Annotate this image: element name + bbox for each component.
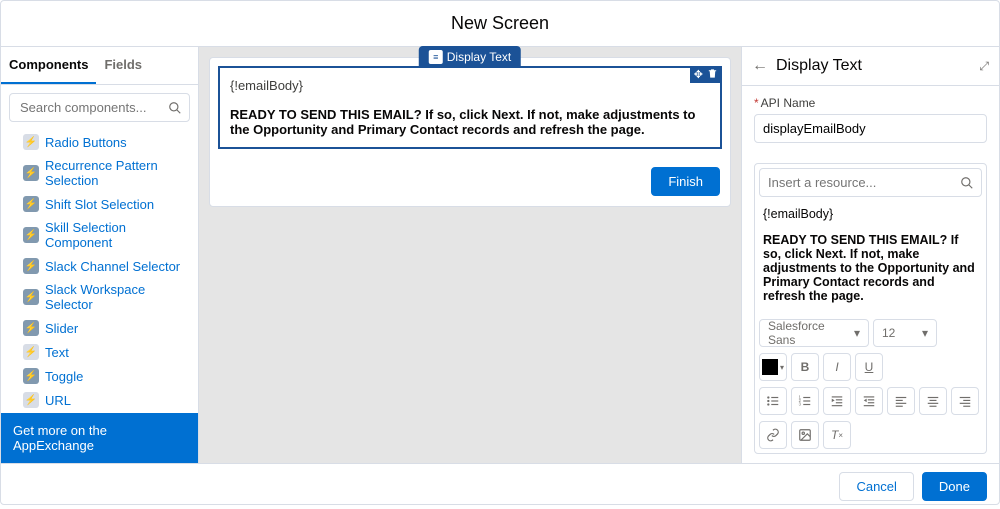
components-panel: Components Fields ⚡ Radio Buttons ⚡ Recurre…: [1, 47, 199, 463]
display-text-variable: {!emailBody}: [230, 78, 710, 93]
rich-text-editor: {!emailBody} READY TO SEND THIS EMAIL? I…: [754, 163, 987, 454]
delete-icon[interactable]: [707, 68, 718, 81]
finish-button[interactable]: Finish: [651, 167, 720, 196]
component-item[interactable]: ⚡ Toggle: [5, 364, 194, 388]
display-text-icon: ≡: [429, 50, 443, 64]
component-icon: ⚡: [23, 368, 39, 384]
component-item[interactable]: ⚡ Slider: [5, 316, 194, 340]
properties-title: Display Text: [776, 57, 971, 75]
number-list-button[interactable]: 123: [791, 387, 819, 415]
component-item[interactable]: ⚡ Radio Buttons: [5, 130, 194, 154]
display-text-element[interactable]: ✥ {!emailBody} READY TO SEND THIS EMAIL?…: [218, 66, 722, 149]
component-icon: ⚡: [23, 165, 39, 181]
text-color-button[interactable]: ▾: [759, 353, 787, 381]
bullet-list-button[interactable]: [759, 387, 787, 415]
align-left-button[interactable]: [887, 387, 915, 415]
chevron-down-icon: ▾: [854, 326, 860, 340]
component-label: Skill Selection Component: [45, 220, 188, 250]
component-icon: ⚡: [23, 392, 39, 408]
cancel-button[interactable]: Cancel: [839, 472, 913, 501]
component-item[interactable]: ⚡ Shift Slot Selection: [5, 192, 194, 216]
component-label: URL: [45, 393, 71, 408]
search-icon: [168, 101, 182, 115]
component-item[interactable]: ⚡ Skill Selection Component: [5, 216, 194, 254]
component-icon: ⚡: [23, 227, 39, 243]
indent-button[interactable]: [823, 387, 851, 415]
component-item[interactable]: ⚡ Recurrence Pattern Selection: [5, 154, 194, 192]
component-label: Slider: [45, 321, 78, 336]
font-size-select[interactable]: 12▾: [873, 319, 937, 347]
properties-header: ← Display Text ⤢: [742, 47, 999, 86]
font-select[interactable]: Salesforce Sans▾: [759, 319, 869, 347]
component-label: Text: [45, 345, 69, 360]
component-icon: ⚡: [23, 289, 39, 305]
component-item[interactable]: ⚡ URL: [5, 388, 194, 412]
panel-tabs: Components Fields: [1, 47, 198, 85]
modal-footer: Cancel Done: [1, 463, 999, 509]
api-name-label: API Name: [754, 96, 987, 110]
image-button[interactable]: [791, 421, 819, 449]
chevron-down-icon: ▾: [922, 326, 928, 340]
search-components: [9, 93, 190, 122]
svg-text:3: 3: [799, 402, 802, 407]
tab-components[interactable]: Components: [1, 47, 96, 84]
component-label: Slack Channel Selector: [45, 259, 180, 274]
italic-button[interactable]: I: [823, 353, 851, 381]
component-label: Recurrence Pattern Selection: [45, 158, 188, 188]
component-list: ⚡ Radio Buttons ⚡ Recurrence Pattern Select…: [1, 130, 198, 413]
component-icon: ⚡: [23, 344, 39, 360]
component-badge-label: Display Text: [447, 50, 511, 64]
rte-content[interactable]: {!emailBody} READY TO SEND THIS EMAIL? I…: [759, 207, 982, 313]
link-button[interactable]: [759, 421, 787, 449]
component-icon: ⚡: [23, 134, 39, 150]
component-badge: ≡ Display Text: [419, 46, 521, 68]
display-text-body: READY TO SEND THIS EMAIL? If so, click N…: [230, 107, 710, 137]
align-right-button[interactable]: [951, 387, 979, 415]
element-actions: ✥: [690, 66, 722, 83]
rte-toolbar: Salesforce Sans▾ 12▾ ▾ B I U: [759, 313, 982, 449]
move-icon[interactable]: ✥: [694, 68, 703, 81]
finish-row: Finish: [210, 157, 730, 206]
component-label: Shift Slot Selection: [45, 197, 154, 212]
api-name-input[interactable]: [754, 114, 987, 143]
component-item[interactable]: ⚡ Text: [5, 340, 194, 364]
properties-body: API Name {!emailBody} READY TO SEND THIS…: [742, 86, 999, 463]
modal-title: New Screen: [1, 1, 999, 47]
screen-canvas: ≡ Display Text ✥ {!emailBody} READY TO S…: [199, 47, 741, 463]
component-item[interactable]: ⚡ Slack Channel Selector: [5, 254, 194, 278]
expand-icon[interactable]: ⤢: [979, 59, 989, 74]
appexchange-button[interactable]: Get more on the AppExchange: [1, 413, 198, 463]
done-button[interactable]: Done: [922, 472, 987, 501]
component-icon: ⚡: [23, 320, 39, 336]
underline-button[interactable]: U: [855, 353, 883, 381]
bold-button[interactable]: B: [791, 353, 819, 381]
component-item[interactable]: ⚡ Slack Workspace Selector: [5, 278, 194, 316]
component-icon: ⚡: [23, 196, 39, 212]
align-center-button[interactable]: [919, 387, 947, 415]
properties-panel: ← Display Text ⤢ API Name {!emailBody} R…: [741, 47, 999, 463]
rte-variable: {!emailBody}: [763, 207, 978, 221]
clear-format-button[interactable]: T×: [823, 421, 851, 449]
resource-input[interactable]: [759, 168, 982, 197]
back-icon[interactable]: ←: [752, 57, 768, 75]
component-label: Toggle: [45, 369, 83, 384]
component-icon: ⚡: [23, 258, 39, 274]
component-label: Radio Buttons: [45, 135, 127, 150]
search-input[interactable]: [9, 93, 190, 122]
outdent-button[interactable]: [855, 387, 883, 415]
search-icon: [960, 176, 974, 190]
component-label: Slack Workspace Selector: [45, 282, 188, 312]
tab-fields[interactable]: Fields: [96, 47, 150, 84]
rte-body-text: READY TO SEND THIS EMAIL? If so, click N…: [763, 233, 978, 303]
resource-search: [759, 168, 982, 197]
canvas-inner: ≡ Display Text ✥ {!emailBody} READY TO S…: [209, 57, 731, 207]
